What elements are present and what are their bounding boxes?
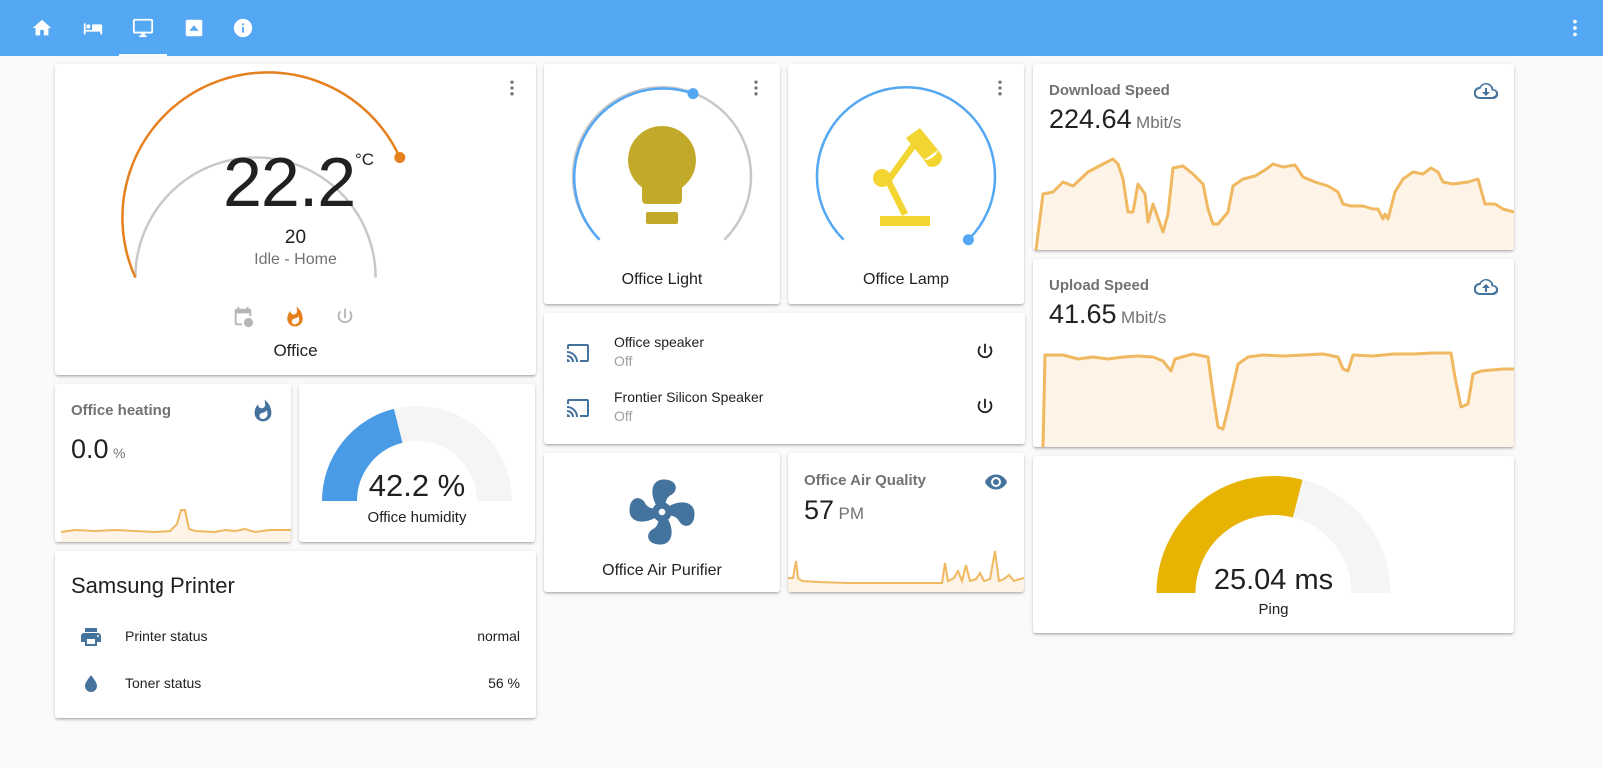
hvac-status: Idle - Home bbox=[254, 251, 337, 268]
mode-off-button[interactable] bbox=[334, 306, 358, 330]
temperature-unit: °C bbox=[355, 150, 375, 169]
ping-card[interactable]: 25.04 ms Ping bbox=[1033, 456, 1514, 633]
dial-handle[interactable] bbox=[394, 152, 406, 163]
lamp-name: Office Lamp bbox=[863, 271, 949, 288]
tab-overview[interactable] bbox=[170, 0, 218, 56]
monitor-icon bbox=[132, 18, 154, 38]
cast-icon bbox=[566, 341, 590, 370]
mode-auto-button[interactable] bbox=[232, 306, 256, 330]
desk-lamp-icon bbox=[873, 128, 943, 226]
cast-icon bbox=[566, 396, 590, 425]
speaker-name[interactable]: Office speaker bbox=[614, 334, 704, 350]
brightness-handle[interactable] bbox=[962, 234, 974, 246]
target-temperature: 20 bbox=[284, 227, 307, 248]
upload-speed-card[interactable]: Upload Speed 41.65 Mbit/s bbox=[1033, 259, 1514, 447]
bed-icon bbox=[83, 23, 103, 35]
gauge-value: 42.2 % bbox=[368, 468, 466, 503]
thermostat-card: 22.2 °C 20 Idle - Home Office bbox=[55, 64, 536, 375]
mode-heat-button[interactable] bbox=[284, 306, 308, 330]
entity-value: normal bbox=[477, 628, 520, 644]
top-app-bar bbox=[0, 0, 1603, 56]
download-speed-card[interactable]: Download Speed 224.64 Mbit/s bbox=[1033, 64, 1514, 250]
tab-home[interactable] bbox=[18, 0, 66, 56]
media-players-card: Office speaker Off Frontier Silicon Spea… bbox=[544, 313, 1025, 444]
gauge-label: Office humidity bbox=[367, 509, 467, 526]
download-sparkline bbox=[1033, 157, 1514, 250]
air-quality-card[interactable]: Office Air Quality 57 PM bbox=[788, 453, 1024, 592]
light-name: Office Light bbox=[621, 271, 703, 288]
lightbulb-icon bbox=[627, 126, 697, 224]
power-icon bbox=[337, 308, 353, 324]
thermostat-name: Office bbox=[273, 341, 318, 360]
speaker-power-button[interactable] bbox=[974, 396, 998, 420]
entity-name[interactable]: Toner status bbox=[125, 675, 201, 691]
speaker-state: Off bbox=[614, 408, 633, 424]
gauge-label: Ping bbox=[1258, 601, 1289, 618]
current-temperature: 22.2 bbox=[223, 143, 356, 221]
power-icon bbox=[977, 343, 993, 359]
tab-info[interactable] bbox=[219, 0, 267, 56]
tab-office[interactable] bbox=[119, 0, 167, 56]
printer-icon bbox=[79, 625, 103, 649]
fire-icon bbox=[287, 306, 303, 327]
office-humidity-card[interactable]: 42.2 % Office humidity bbox=[299, 384, 535, 542]
water-drop-icon bbox=[79, 672, 103, 696]
fan-icon bbox=[623, 473, 701, 551]
upload-sparkline bbox=[1041, 351, 1514, 447]
entity-name[interactable]: Printer status bbox=[125, 628, 207, 644]
brightness-handle[interactable] bbox=[687, 88, 699, 100]
office-heating-card[interactable]: Office heating 0.0 % bbox=[55, 384, 291, 542]
heating-sparkline bbox=[60, 509, 291, 542]
overflow-menu-button[interactable] bbox=[1561, 14, 1589, 42]
lamp-button[interactable] bbox=[868, 126, 948, 226]
gauge-value: 25.04 ms bbox=[1213, 564, 1334, 596]
speaker-power-button[interactable] bbox=[974, 341, 998, 365]
office-light-card: Office Light bbox=[544, 64, 780, 304]
entity-value: 56 % bbox=[488, 675, 520, 691]
card-title: Samsung Printer bbox=[71, 573, 235, 598]
lightbulb-button[interactable] bbox=[626, 126, 698, 228]
speaker-state: Off bbox=[614, 353, 633, 369]
purifier-name: Office Air Purifier bbox=[602, 562, 722, 579]
home-icon bbox=[32, 19, 52, 36]
office-lamp-card: Office Lamp bbox=[788, 64, 1024, 304]
calendar-sync-icon bbox=[234, 306, 254, 328]
air-purifier-card[interactable]: Office Air Purifier bbox=[544, 453, 780, 592]
air-quality-sparkline bbox=[788, 550, 1024, 592]
dots-vertical-icon bbox=[1573, 19, 1577, 37]
image-icon bbox=[185, 19, 203, 37]
power-icon bbox=[977, 398, 993, 414]
speaker-name[interactable]: Frontier Silicon Speaker bbox=[614, 389, 763, 405]
printer-card: Samsung Printer Printer status normal To… bbox=[55, 551, 536, 718]
info-icon bbox=[233, 18, 253, 38]
tab-bedroom[interactable] bbox=[69, 0, 117, 56]
